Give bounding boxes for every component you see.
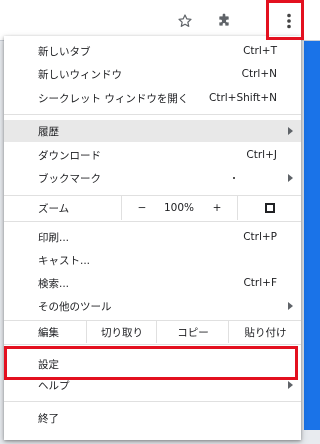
menu-item-label: 印刷...	[38, 231, 70, 244]
page-background-right	[304, 41, 320, 444]
cut-label: 切り取り	[101, 326, 143, 339]
menu-item-exit[interactable]: 終了	[4, 407, 301, 429]
menu-item-shortcut: Ctrl+Shift+N	[209, 92, 277, 104]
zoom-label: ズーム	[38, 203, 70, 215]
submenu-arrow-icon	[288, 381, 293, 389]
edit-label: 編集	[38, 327, 59, 339]
paste-button[interactable]: 貼り付け	[228, 321, 302, 343]
zoom-row: ズーム − 100% +	[4, 196, 301, 220]
star-icon-glyph	[178, 14, 192, 27]
annotation-highlight-settings	[4, 346, 298, 380]
annotation-highlight-more-button	[266, 0, 304, 40]
puzzle-icon[interactable]	[211, 8, 237, 34]
menu-item-shortcut: Ctrl+P	[243, 231, 277, 243]
zoom-out-label: −	[137, 202, 147, 214]
submenu-arrow-icon	[288, 174, 293, 182]
zoom-level: 100%	[161, 196, 197, 220]
paste-label: 貼り付け	[244, 326, 287, 339]
menu-item-label: 新しいタブ	[38, 45, 91, 58]
menu-item-cast[interactable]: キャスト...	[4, 249, 301, 271]
submenu-arrow-icon	[288, 302, 293, 310]
menu-item-downloads[interactable]: ダウンロード Ctrl+J	[4, 144, 301, 166]
menu-item-label: シークレット ウィンドウを開く	[38, 92, 189, 105]
zoom-in-button[interactable]: +	[197, 196, 237, 220]
submenu-arrow-icon	[288, 127, 293, 135]
menu-separator	[4, 221, 301, 222]
copy-button[interactable]: コピー	[156, 321, 229, 343]
menu-item-new-tab[interactable]: 新しいタブ Ctrl+T	[4, 40, 301, 62]
edit-row: 編集 切り取り コピー 貼り付け	[4, 321, 301, 343]
menu-item-label: ダウンロード	[38, 149, 101, 162]
menu-item-label: 検索...	[38, 277, 70, 290]
zoom-level-value: 100%	[163, 202, 195, 214]
menu-item-new-window[interactable]: 新しいウィンドウ Ctrl+N	[4, 63, 301, 85]
menu-item-print[interactable]: 印刷... Ctrl+P	[4, 226, 301, 248]
menu-item-label: 終了	[38, 412, 59, 425]
menu-item-label: 新しいウィンドウ	[38, 68, 122, 81]
menu-item-find[interactable]: 検索... Ctrl+F	[4, 272, 301, 294]
menu-item-label: ブックマーク	[38, 172, 101, 185]
copy-label: コピー	[177, 326, 209, 339]
menu-item-history[interactable]: 履歴	[4, 120, 301, 142]
star-icon[interactable]	[172, 8, 198, 34]
menu-item-label: キャスト...	[38, 254, 91, 267]
menu-item-label: 履歴	[38, 125, 59, 138]
fullscreen-button[interactable]	[237, 196, 302, 220]
menu-item-shortcut: Ctrl+J	[246, 149, 277, 161]
menu-item-label: その他のツール	[38, 300, 112, 313]
menu-separator	[4, 344, 301, 345]
cut-button[interactable]: 切り取り	[86, 321, 157, 343]
zoom-in-label: +	[212, 202, 222, 214]
menu-item-shortcut: Ctrl+F	[243, 277, 277, 289]
menu-item-incognito[interactable]: シークレット ウィンドウを開く Ctrl+Shift+N	[4, 87, 301, 109]
menu-item-bookmarks[interactable]: ブックマーク	[4, 167, 301, 189]
menu-item-shortcut: Ctrl+T	[243, 45, 277, 57]
puzzle-icon-glyph	[219, 13, 229, 26]
menu-item-more-tools[interactable]: その他のツール	[4, 295, 301, 317]
menu-separator	[4, 401, 301, 402]
fullscreen-icon	[265, 203, 275, 213]
menu-item-shortcut: Ctrl+N	[241, 68, 277, 80]
stray-dot	[233, 177, 235, 179]
zoom-out-button[interactable]: −	[121, 196, 162, 220]
menu-separator	[4, 114, 301, 115]
